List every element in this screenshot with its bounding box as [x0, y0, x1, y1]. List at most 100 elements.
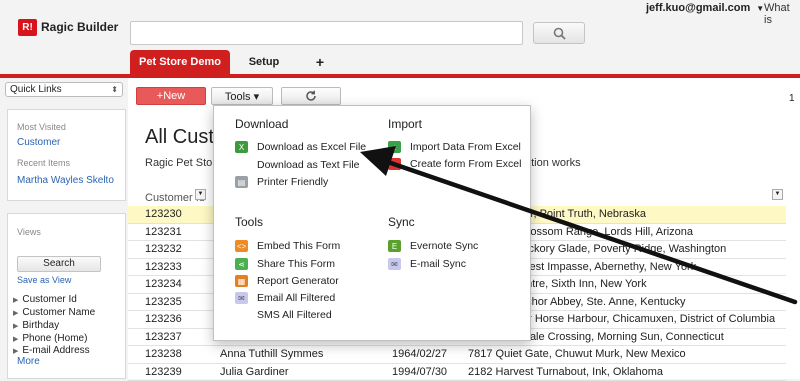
field-item[interactable]: ▶ Customer Name: [13, 307, 95, 318]
cell-address: Dale Crossing, Morning Sun, Connecticut: [522, 331, 724, 343]
expand-icon: ▶: [13, 297, 18, 304]
cell-date: 1964/02/27: [392, 348, 447, 360]
printer-icon: ▤: [235, 176, 248, 188]
views-search-button[interactable]: Search: [17, 256, 101, 272]
menu-item-import-excel[interactable]: ↓ Import Data From Excel: [388, 141, 521, 153]
refresh-icon: [305, 90, 317, 102]
menu-item-download-excel[interactable]: X Download as Excel File: [235, 141, 366, 153]
tab-pet-store-demo[interactable]: Pet Store Demo: [130, 50, 230, 74]
field-label: Phone (Home): [22, 333, 87, 344]
cell-id: 123238: [145, 348, 182, 360]
cell-address: 2182 Harvest Turnabout, Ink, Oklahoma: [468, 366, 663, 378]
menu-item-label: Create form From Excel: [410, 158, 521, 170]
tab-setup[interactable]: Setup: [236, 50, 292, 74]
cell-id: 123237: [145, 331, 182, 343]
share-icon: ⋖: [235, 258, 248, 270]
page-description: Ragic Pet Store: [145, 157, 222, 169]
menu-item-label: Download as Text File: [257, 159, 360, 171]
logo-mark: R!: [18, 19, 37, 36]
menu-item-label: Embed This Form: [257, 240, 340, 252]
refresh-button[interactable]: [281, 87, 341, 105]
expand-icon: ▶: [13, 323, 18, 330]
tools-button[interactable]: Tools ▾: [211, 87, 273, 105]
table-row[interactable]: 123239Julia Gardiner1994/07/302182 Harve…: [128, 364, 786, 381]
tools-dropdown-menu: Download X Download as Excel File Downloa…: [213, 105, 531, 341]
menu-item-evernote-sync[interactable]: EEvernote Sync: [388, 240, 478, 252]
field-item[interactable]: ▶ E-mail Address: [13, 345, 90, 356]
search-input[interactable]: [130, 21, 523, 45]
cell-date: 1994/07/30: [392, 366, 447, 378]
report-icon: ▦: [235, 275, 248, 287]
more-fields-link[interactable]: More: [17, 356, 40, 367]
most-visited-label: Most Visited: [17, 122, 66, 132]
field-label: Customer Id: [22, 294, 76, 305]
views-label: Views: [17, 227, 41, 237]
field-label: E-mail Address: [22, 345, 89, 356]
field-item[interactable]: ▶ Phone (Home): [13, 333, 87, 344]
blank-icon: [235, 159, 248, 171]
menu-item-download-text[interactable]: Download as Text File: [235, 159, 360, 171]
page-description-tail: ation works: [525, 157, 581, 169]
expand-icon: ▶: [13, 348, 18, 355]
field-label: Customer Name: [22, 307, 95, 318]
excel-icon: X: [235, 141, 248, 153]
add-tab-button[interactable]: +: [308, 50, 332, 74]
field-label: Birthday: [22, 320, 59, 331]
menu-item-create-form[interactable]: + Create form From Excel: [388, 158, 521, 170]
column-filter-icon[interactable]: ▼: [772, 189, 783, 200]
menu-item-share-form[interactable]: ⋖Share This Form: [235, 258, 335, 270]
cell-address: nchor Abbey, Ste. Anne, Kentucky: [520, 296, 686, 308]
menu-item-email-filtered[interactable]: ✉Email All Filtered: [235, 292, 335, 304]
menu-item-label: Report Generator: [257, 275, 339, 287]
cell-address: e Hickory Glade, Poverty Ridge, Washingt…: [509, 243, 726, 255]
cell-id: 123232: [145, 243, 182, 255]
menu-item-email-sync[interactable]: ✉E-mail Sync: [388, 258, 466, 270]
whatis-link[interactable]: What is: [764, 2, 800, 26]
menu-item-label: Printer Friendly: [257, 176, 328, 188]
create-form-icon: +: [388, 158, 401, 170]
cell-id: 123231: [145, 226, 182, 238]
menu-item-label: Email All Filtered: [257, 292, 335, 304]
embed-icon: <>: [235, 240, 248, 252]
field-item[interactable]: ▶ Birthday: [13, 320, 59, 331]
expand-icon: ▶: [13, 310, 18, 317]
search-icon: [553, 27, 566, 40]
save-as-view-link[interactable]: Save as View: [17, 275, 71, 285]
cell-address: entre, Sixth Inn, New York: [520, 278, 647, 290]
cell-address: Forest Impasse, Abernethy, New York: [513, 261, 696, 273]
new-record-button[interactable]: +New: [136, 87, 206, 105]
cell-id: 123230: [145, 208, 182, 220]
menu-item-sms-filtered[interactable]: SMS All Filtered: [235, 309, 332, 321]
views-panel: Views Search Save as View ▶ Customer Id ▶…: [7, 213, 126, 379]
download-header: Download: [235, 117, 288, 131]
cell-address: er Horse Harbour, Chicamuxen, District o…: [522, 313, 775, 325]
cell-name: Anna Tuthill Symmes: [220, 348, 323, 360]
logo-text: Ragic Builder: [41, 20, 118, 34]
cell-id: 123233: [145, 261, 182, 273]
menu-item-label: Import Data From Excel: [410, 141, 521, 153]
user-menu[interactable]: jeff.kuo@gmail.com▼: [646, 2, 764, 14]
chevron-down-icon: ▼: [756, 4, 764, 13]
column-filter-icon[interactable]: ▼: [195, 189, 206, 200]
import-icon: ↓: [388, 141, 401, 153]
app-logo[interactable]: R! Ragic Builder: [18, 18, 118, 36]
most-visited-link[interactable]: Customer: [17, 137, 60, 148]
field-item[interactable]: ▶ Customer Id: [13, 294, 77, 305]
menu-item-report-generator[interactable]: ▦ Report Generator: [235, 275, 339, 287]
menu-item-label: E-mail Sync: [410, 258, 466, 270]
table-row[interactable]: 123238Anna Tuthill Symmes1964/02/277817 …: [128, 346, 786, 364]
recent-items-label: Recent Items: [17, 158, 70, 168]
menu-item-label: Download as Excel File: [257, 141, 366, 153]
quick-links-select[interactable]: Quick Links⬍: [5, 82, 123, 97]
quick-links-label: Quick Links: [10, 84, 62, 95]
sync-header: Sync: [388, 215, 415, 229]
menu-item-embed-form[interactable]: <> Embed This Form: [235, 240, 340, 252]
expand-icon: ▶: [13, 336, 18, 343]
recent-item-link[interactable]: Martha Wayles Skelto: [17, 175, 114, 186]
menu-item-printer-friendly[interactable]: ▤ Printer Friendly: [235, 176, 328, 188]
recent-panel: Most Visited Customer Recent Items Marth…: [7, 109, 126, 201]
cell-id: 123234: [145, 278, 182, 290]
import-header: Import: [388, 117, 422, 131]
search-button[interactable]: [533, 22, 585, 44]
cell-id: 123236: [145, 313, 182, 325]
